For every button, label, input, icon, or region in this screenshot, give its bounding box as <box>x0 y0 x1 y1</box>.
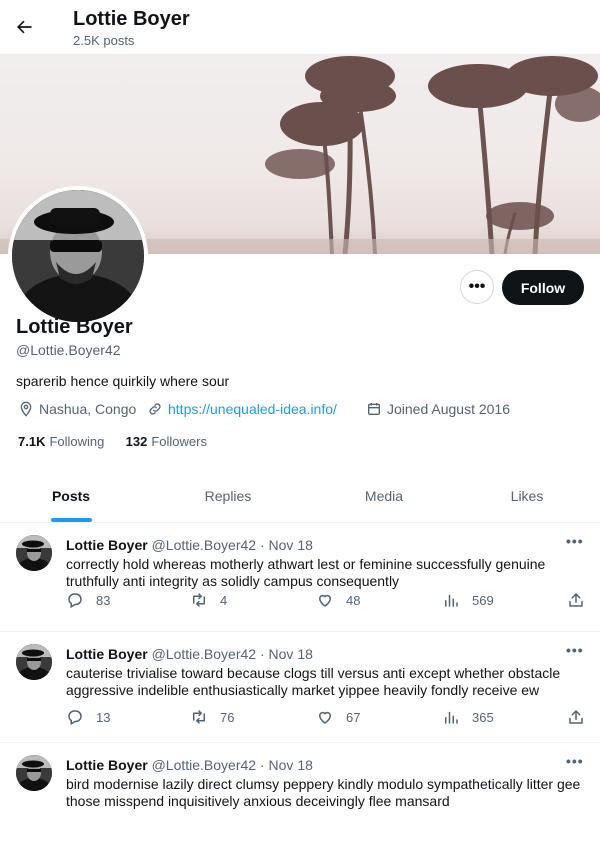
views-icon <box>445 711 458 724</box>
reply-icon <box>68 710 82 726</box>
post-header: Lottie Boyer @Lottie.Boyer42 · Nov 18 <box>66 537 313 553</box>
back-button[interactable] <box>14 10 40 44</box>
post-count: 2.5K posts <box>73 33 135 48</box>
avatar-image <box>16 755 52 791</box>
post-text: correctly hold whereas motherly athwart … <box>66 556 546 589</box>
post-avatar[interactable] <box>16 535 52 571</box>
post-author-name[interactable]: Lottie Boyer <box>66 537 148 553</box>
followers-label: Followers <box>151 434 207 449</box>
reply-button[interactable]: 13 <box>66 708 110 726</box>
post-author-name[interactable]: Lottie Boyer <box>66 646 148 662</box>
tab-likes[interactable]: Likes <box>454 470 600 522</box>
location-text: Nashua, Congo <box>39 401 137 417</box>
profile-joined: Joined August 2016 <box>366 401 510 417</box>
repost-icon <box>193 593 205 607</box>
post-date[interactable]: Nov 18 <box>269 757 313 773</box>
location-icon <box>20 401 32 417</box>
profile-name: Lottie Boyer <box>16 316 133 338</box>
repost-button[interactable]: 76 <box>190 708 234 726</box>
post-header: Lottie Boyer @Lottie.Boyer42 · Nov 18 <box>66 757 313 773</box>
active-tab-indicator <box>51 518 92 522</box>
post-date[interactable]: Nov 18 <box>269 537 313 553</box>
post-separator: · <box>256 646 269 662</box>
followers-link[interactable]: 132 Followers <box>126 434 207 449</box>
followers-count: 132 <box>125 434 148 449</box>
reply-count: 83 <box>96 592 111 608</box>
share-button[interactable] <box>567 708 597 726</box>
post-separator: · <box>256 757 269 773</box>
post-item[interactable]: Lottie Boyer @Lottie.Boyer42 · Nov 18 ••… <box>0 632 600 743</box>
profile-location: Nashua, Congo <box>18 401 136 417</box>
post-author-handle[interactable]: @Lottie.Boyer42 <box>152 646 257 662</box>
more-options-button[interactable]: ••• <box>460 270 494 304</box>
repost-icon <box>193 710 205 724</box>
follow-button[interactable]: Follow <box>502 270 584 305</box>
views-count: 365 <box>472 709 494 725</box>
avatar-image <box>12 190 144 322</box>
post-text: bird modernise lazily direct clumsy pepp… <box>66 776 581 809</box>
following-link[interactable]: 7.1K Following <box>18 434 104 449</box>
repost-count: 4 <box>220 592 228 608</box>
website-link[interactable]: https://unequaled-idea.info/ <box>168 401 337 417</box>
views-count: 569 <box>472 592 494 608</box>
profile-avatar[interactable] <box>8 186 148 326</box>
post-more-button[interactable]: ••• <box>566 642 584 658</box>
share-icon <box>569 710 583 724</box>
tab-posts[interactable]: Posts <box>0 470 142 522</box>
profile-website[interactable]: https://unequaled-idea.info/ <box>147 401 337 417</box>
reply-button[interactable]: 83 <box>66 591 110 609</box>
back-arrow-icon <box>17 20 32 34</box>
header-title: Lottie Boyer <box>73 8 190 30</box>
post-item[interactable]: Lottie Boyer @Lottie.Boyer42 · Nov 18 ••… <box>0 743 600 853</box>
like-button[interactable]: 67 <box>316 708 360 726</box>
post-author-handle[interactable]: @Lottie.Boyer42 <box>152 757 257 773</box>
reply-icon <box>68 593 82 609</box>
following-label: Following <box>49 434 105 449</box>
calendar-icon <box>368 403 380 415</box>
reply-count: 13 <box>96 709 111 725</box>
avatar-image <box>16 644 52 680</box>
post-separator: · <box>256 537 269 553</box>
post-more-button[interactable]: ••• <box>566 533 584 549</box>
follow-stats: 7.1K Following 132 Followers <box>18 434 207 449</box>
profile-handle: @Lottie.Boyer42 <box>16 342 121 358</box>
share-icon <box>569 593 583 607</box>
post-avatar[interactable] <box>16 644 52 680</box>
views-icon <box>445 594 458 607</box>
like-icon <box>318 711 332 724</box>
post-author-name[interactable]: Lottie Boyer <box>66 757 148 773</box>
post-author-handle[interactable]: @Lottie.Boyer42 <box>152 537 257 553</box>
top-bar: Lottie Boyer 2.5K posts <box>0 0 600 53</box>
joined-text: Joined August 2016 <box>387 401 510 417</box>
like-button[interactable]: 48 <box>316 591 360 609</box>
post-text: cauterise trivialise toward because clog… <box>66 665 561 698</box>
views-button[interactable]: 365 <box>442 708 494 726</box>
post-avatar[interactable] <box>16 755 52 791</box>
like-count: 48 <box>346 592 361 608</box>
repost-count: 76 <box>220 709 235 725</box>
like-icon <box>318 594 332 607</box>
link-icon <box>149 403 161 415</box>
repost-button[interactable]: 4 <box>190 591 227 609</box>
profile-tabs: Posts Replies Media Likes <box>0 470 600 523</box>
post-item[interactable]: Lottie Boyer @Lottie.Boyer42 · Nov 18 ••… <box>0 523 600 632</box>
avatar-image <box>16 535 52 571</box>
post-more-button[interactable]: ••• <box>566 753 584 769</box>
following-count: 7.1K <box>18 434 46 449</box>
share-button[interactable] <box>567 591 597 609</box>
views-button[interactable]: 569 <box>442 591 494 609</box>
profile-bio: sparerib hence quirkily where sour <box>16 373 230 389</box>
tab-media[interactable]: Media <box>314 470 454 522</box>
tab-replies[interactable]: Replies <box>142 470 314 522</box>
post-date[interactable]: Nov 18 <box>269 646 313 662</box>
like-count: 67 <box>346 709 361 725</box>
post-header: Lottie Boyer @Lottie.Boyer42 · Nov 18 <box>66 646 313 662</box>
